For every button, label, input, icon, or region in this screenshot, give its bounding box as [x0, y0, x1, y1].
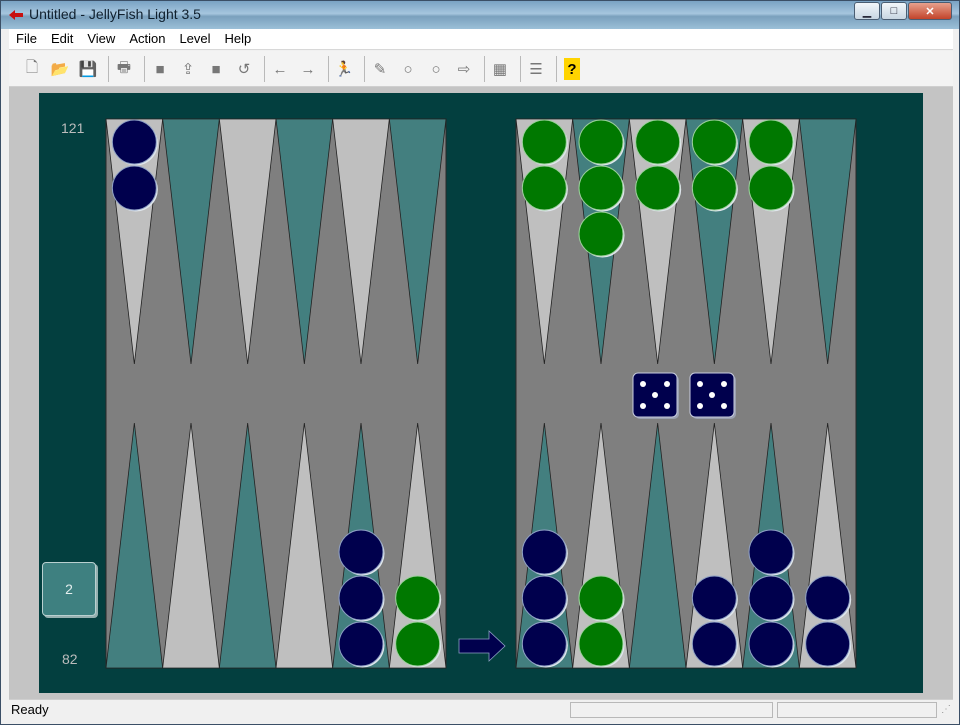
- die-pip: [721, 403, 727, 409]
- close-icon: ✕: [925, 5, 935, 18]
- die-pip: [664, 403, 670, 409]
- back-arrow-icon[interactable]: ←: [269, 58, 291, 80]
- die-pip: [721, 381, 727, 387]
- jellyfish-app-icon: [9, 10, 23, 20]
- checker-blue[interactable]: [521, 575, 567, 621]
- die-pip: [664, 381, 670, 387]
- board-icon[interactable]: ▦: [489, 58, 511, 80]
- checker-green[interactable]: [578, 211, 624, 257]
- checker-blue[interactable]: [338, 575, 384, 621]
- print-icon[interactable]: 🖶: [113, 58, 135, 80]
- turn-arrow-icon: [458, 630, 506, 662]
- undo-icon[interactable]: ↺: [233, 58, 255, 80]
- stop-icon[interactable]: ■: [149, 58, 171, 80]
- die-pip: [697, 403, 703, 409]
- die-pip: [709, 392, 715, 398]
- doubling-cube[interactable]: 2: [42, 562, 96, 616]
- status-bar: Ready ⋰: [9, 699, 953, 719]
- backgammon-board[interactable]: [39, 93, 923, 693]
- checker-green[interactable]: [748, 119, 794, 165]
- menu-file[interactable]: File: [9, 29, 44, 49]
- close-button[interactable]: ✕: [908, 2, 952, 20]
- checker-blue[interactable]: [691, 575, 737, 621]
- checker-blue[interactable]: [111, 165, 157, 211]
- list-icon[interactable]: ☰: [525, 58, 547, 80]
- help-icon[interactable]: ?: [564, 58, 580, 80]
- checker-green[interactable]: [691, 119, 737, 165]
- checker-blue[interactable]: [691, 621, 737, 667]
- die-pip: [640, 381, 646, 387]
- right-table[interactable]: [515, 118, 857, 669]
- minimize-icon: ▁: [862, 5, 872, 18]
- checker-green[interactable]: [691, 165, 737, 211]
- status-pane-2: [777, 702, 937, 718]
- window-title: Untitled - JellyFish Light 3.5: [29, 6, 201, 22]
- die-pip: [652, 392, 658, 398]
- pip-count-top: 121: [61, 120, 85, 136]
- square-icon[interactable]: ■: [205, 58, 227, 80]
- checker-green[interactable]: [748, 165, 794, 211]
- checker-blue[interactable]: [521, 621, 567, 667]
- pip-count-bottom: 82: [62, 651, 78, 667]
- checker-blue[interactable]: [805, 621, 851, 667]
- checker-green[interactable]: [521, 119, 567, 165]
- checker-blue[interactable]: [338, 529, 384, 575]
- toolbar-separator: [264, 56, 265, 82]
- menu-view[interactable]: View: [80, 29, 122, 49]
- menu-level[interactable]: Level: [172, 29, 217, 49]
- circle-icon-1[interactable]: ○: [397, 58, 419, 80]
- upload-icon[interactable]: ⇪: [177, 58, 199, 80]
- checker-blue[interactable]: [111, 119, 157, 165]
- cube-value: 2: [65, 581, 73, 597]
- left-table[interactable]: [105, 118, 447, 669]
- toolbar-separator: [364, 56, 365, 82]
- toolbar-separator: [144, 56, 145, 82]
- toolbar-separator: [328, 56, 329, 82]
- title-bar: Untitled - JellyFish Light 3.5 ▁ □ ✕: [1, 1, 959, 29]
- maximize-icon: □: [890, 5, 898, 17]
- minimize-button[interactable]: ▁: [854, 2, 880, 20]
- new-icon[interactable]: 🗋: [21, 58, 43, 80]
- checker-green[interactable]: [521, 165, 567, 211]
- forward-arrow-icon[interactable]: →: [297, 58, 319, 80]
- menu-action[interactable]: Action: [122, 29, 172, 49]
- runner-icon[interactable]: 🏃: [333, 58, 355, 80]
- status-text: Ready: [11, 702, 49, 717]
- maximize-button[interactable]: □: [881, 2, 907, 20]
- checker-blue[interactable]: [521, 529, 567, 575]
- checker-green[interactable]: [395, 621, 441, 667]
- checker-blue[interactable]: [338, 621, 384, 667]
- menu-bar: File Edit View Action Level Help: [9, 29, 953, 50]
- die-pip: [697, 381, 703, 387]
- menu-edit[interactable]: Edit: [44, 29, 80, 49]
- checker-blue[interactable]: [748, 575, 794, 621]
- status-pane-1: [570, 702, 773, 718]
- checker-green[interactable]: [395, 575, 441, 621]
- checker-blue[interactable]: [805, 575, 851, 621]
- board-canvas[interactable]: [39, 93, 923, 693]
- hollow-arrow-icon[interactable]: ⇨: [453, 58, 475, 80]
- toolbar-separator: [520, 56, 521, 82]
- checker-green[interactable]: [578, 165, 624, 211]
- checker-blue[interactable]: [748, 529, 794, 575]
- checker-blue[interactable]: [748, 621, 794, 667]
- pencil-icon[interactable]: ✎: [369, 58, 391, 80]
- circle-icon-2[interactable]: ○: [425, 58, 447, 80]
- toolbar-separator: [556, 56, 557, 82]
- resize-grip-icon[interactable]: ⋰: [941, 704, 951, 715]
- menu-help[interactable]: Help: [218, 29, 259, 49]
- toolbar: 🗋 📂 💾 🖶 ■ ⇪ ■ ↺ ← → 🏃 ✎ ○ ○ ⇨ ▦ ☰?: [9, 51, 953, 87]
- toolbar-separator: [108, 56, 109, 82]
- checker-green[interactable]: [578, 621, 624, 667]
- die-pip: [640, 403, 646, 409]
- checker-green[interactable]: [578, 119, 624, 165]
- app-window: Untitled - JellyFish Light 3.5 ▁ □ ✕ Fil…: [0, 0, 960, 725]
- save-icon[interactable]: 💾: [77, 58, 99, 80]
- open-icon[interactable]: 📂: [49, 58, 71, 80]
- checker-green[interactable]: [635, 119, 681, 165]
- checker-green[interactable]: [578, 575, 624, 621]
- checker-green[interactable]: [635, 165, 681, 211]
- toolbar-separator: [484, 56, 485, 82]
